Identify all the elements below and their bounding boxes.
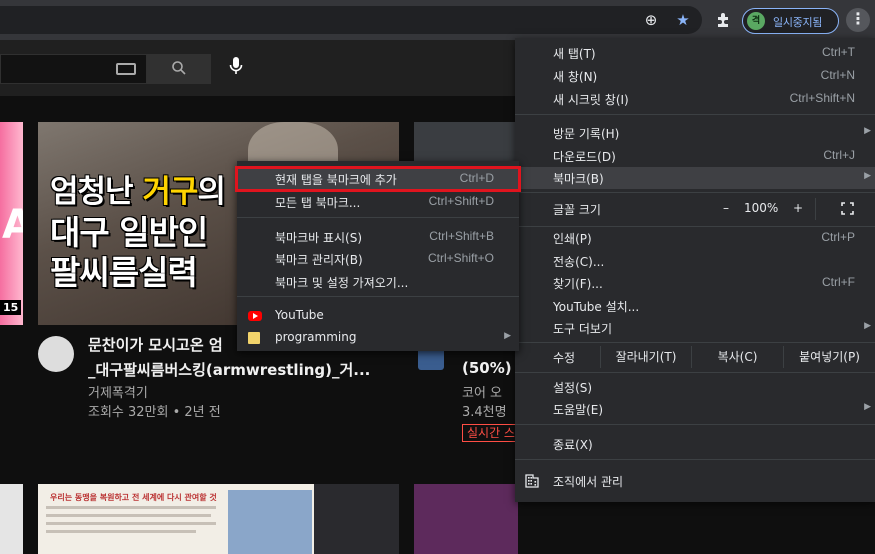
chrome-main-menu: 새 탭(T) Ctrl+T 새 창(N) Ctrl+N 새 시크릿 창(I) Ctrl…: [515, 38, 875, 502]
menu-item-bookmark-all-tabs[interactable]: 모든 탭 북마크... Ctrl+Shift+D: [237, 191, 519, 213]
keyboard-icon[interactable]: [116, 63, 136, 75]
channel-avatar[interactable]: [418, 348, 444, 370]
menu-item-help[interactable]: 도움말(E) ▶: [515, 398, 875, 420]
menu-item-new-tab[interactable]: 새 탭(T) Ctrl+T: [515, 42, 875, 64]
menu-item-cast[interactable]: 전송(C)...: [515, 250, 875, 272]
zoom-out-button[interactable]: –: [719, 201, 733, 215]
channel-name[interactable]: 거제폭격기: [88, 382, 148, 401]
submenu-arrow-icon: ▶: [864, 321, 871, 331]
profile-status-label: 일시중지됨: [773, 16, 823, 29]
menu-item-downloads[interactable]: 다운로드(D) Ctrl+J: [515, 145, 875, 167]
video-title[interactable]: (50%): [462, 359, 512, 377]
menu-item-history[interactable]: 방문 기록(H) ▶: [515, 122, 875, 144]
menu-item-bookmark-manager[interactable]: 북마크 관리자(B) Ctrl+Shift+O: [237, 248, 519, 270]
menu-item-managed-by-organization[interactable]: 조직에서 관리: [515, 470, 875, 492]
profile-button[interactable]: 격 일시중지됨: [742, 8, 839, 34]
menu-separator: [515, 192, 875, 193]
menu-item-print[interactable]: 인쇄(P) Ctrl+P: [515, 227, 875, 249]
thumbnail-text: 우리는 동맹을 복원하고 전 세계에 다시 관여할 것: [50, 493, 217, 502]
folder-icon: [248, 332, 260, 344]
video-thumbnail[interactable]: A: [0, 122, 23, 325]
fullscreen-icon[interactable]: [841, 202, 854, 215]
live-badge: 실시간 스: [462, 424, 520, 442]
submenu-arrow-icon: ▶: [864, 126, 871, 136]
menu-item-import-bookmarks[interactable]: 북마크 및 설정 가져오기...: [237, 271, 519, 293]
submenu-arrow-icon: ▶: [864, 402, 871, 412]
youtube-icon: [248, 311, 262, 321]
search-input[interactable]: [0, 54, 147, 84]
menu-separator: [515, 342, 875, 343]
browser-toolbar: ⊕ ★ 격 일시중지됨 ⋮: [0, 0, 875, 40]
video-thumbnail[interactable]: [414, 484, 518, 554]
voice-search-button[interactable]: [224, 56, 248, 80]
menu-item-install-youtube[interactable]: YouTube 설치...: [515, 295, 875, 317]
zoom-row: 글꼴 크기 – 100% +: [515, 198, 875, 220]
thumbnail-title-line3: 팔씨름실력: [50, 253, 198, 292]
menu-item-find[interactable]: 찾기(F)... Ctrl+F: [515, 272, 875, 294]
menu-item-bookmark-this-tab[interactable]: 현재 탭을 북마크에 추가 Ctrl+D: [235, 166, 521, 192]
submenu-arrow-icon: ▶: [504, 331, 511, 341]
menu-item-more-tools[interactable]: 도구 더보기 ▶: [515, 317, 875, 339]
video-thumbnail[interactable]: [0, 484, 23, 554]
bookmark-star-icon[interactable]: ★: [672, 9, 694, 31]
submenu-arrow-icon: ▶: [864, 171, 871, 181]
thumbnail-title-line1: 엄청난 거구의: [50, 174, 226, 210]
bookmark-folder-programming[interactable]: programming ▶: [237, 327, 519, 349]
copy-button[interactable]: 복사(C): [691, 346, 783, 368]
channel-name[interactable]: 코어 오: [462, 382, 502, 401]
video-thumbnail[interactable]: 우리는 동맹을 복원하고 전 세계에 다시 관여할 것: [38, 484, 399, 554]
menu-item-exit[interactable]: 종료(X): [515, 433, 875, 455]
video-duration: 15: [0, 300, 22, 315]
extensions-puzzle-icon[interactable]: [712, 9, 734, 31]
zoom-label: 글꼴 크기: [553, 203, 601, 217]
search-icon: [172, 61, 186, 75]
zoom-level: 100%: [744, 201, 779, 215]
menu-item-show-bookmarks-bar[interactable]: 북마크바 표시(S) Ctrl+Shift+B: [237, 226, 519, 248]
cut-button[interactable]: 잘라내기(T): [600, 346, 691, 368]
add-circle-icon[interactable]: ⊕: [640, 9, 662, 31]
menu-separator: [515, 114, 875, 115]
menu-separator: [515, 372, 875, 373]
video-title-continued[interactable]: _대구팔씨름버스킹(armwrestling)_거...: [88, 359, 370, 380]
menu-item-new-window[interactable]: 새 창(N) Ctrl+N: [515, 65, 875, 87]
menu-item-bookmarks[interactable]: 북마크(B) ▶: [515, 167, 875, 189]
paste-button[interactable]: 붙여넣기(P): [783, 346, 875, 368]
menu-separator: [237, 217, 519, 218]
menu-item-settings[interactable]: 설정(S): [515, 376, 875, 398]
menu-separator: [515, 424, 875, 425]
chrome-menu-button[interactable]: ⋮: [846, 8, 870, 32]
menu-item-new-incognito-window[interactable]: 새 시크릿 창(I) Ctrl+Shift+N: [515, 88, 875, 110]
menu-separator: [515, 459, 875, 460]
channel-avatar[interactable]: [38, 336, 74, 372]
bookmark-youtube[interactable]: YouTube: [237, 305, 519, 327]
zoom-in-button[interactable]: +: [791, 201, 805, 215]
mic-icon: [229, 57, 243, 74]
search-button[interactable]: [147, 54, 211, 84]
video-stats: 3.4천명: [462, 405, 507, 420]
menu-separator: [237, 296, 519, 297]
edit-row: 수정 잘라내기(T) 복사(C) 붙여넣기(P): [515, 346, 875, 368]
video-title[interactable]: 문찬이가 모시고온 엄: [88, 334, 223, 355]
bookmarks-submenu: 현재 탭을 북마크에 추가 Ctrl+D 모든 탭 북마크... Ctrl+Shif…: [235, 161, 521, 351]
video-stats: 조회수 32만회 • 2년 전: [88, 405, 221, 420]
address-bar[interactable]: [0, 6, 702, 34]
profile-avatar: 격: [747, 12, 765, 30]
thumbnail-letter: A: [2, 202, 23, 248]
edit-label: 수정: [553, 351, 576, 365]
building-icon: [525, 474, 539, 488]
menu-separator: [815, 198, 816, 220]
